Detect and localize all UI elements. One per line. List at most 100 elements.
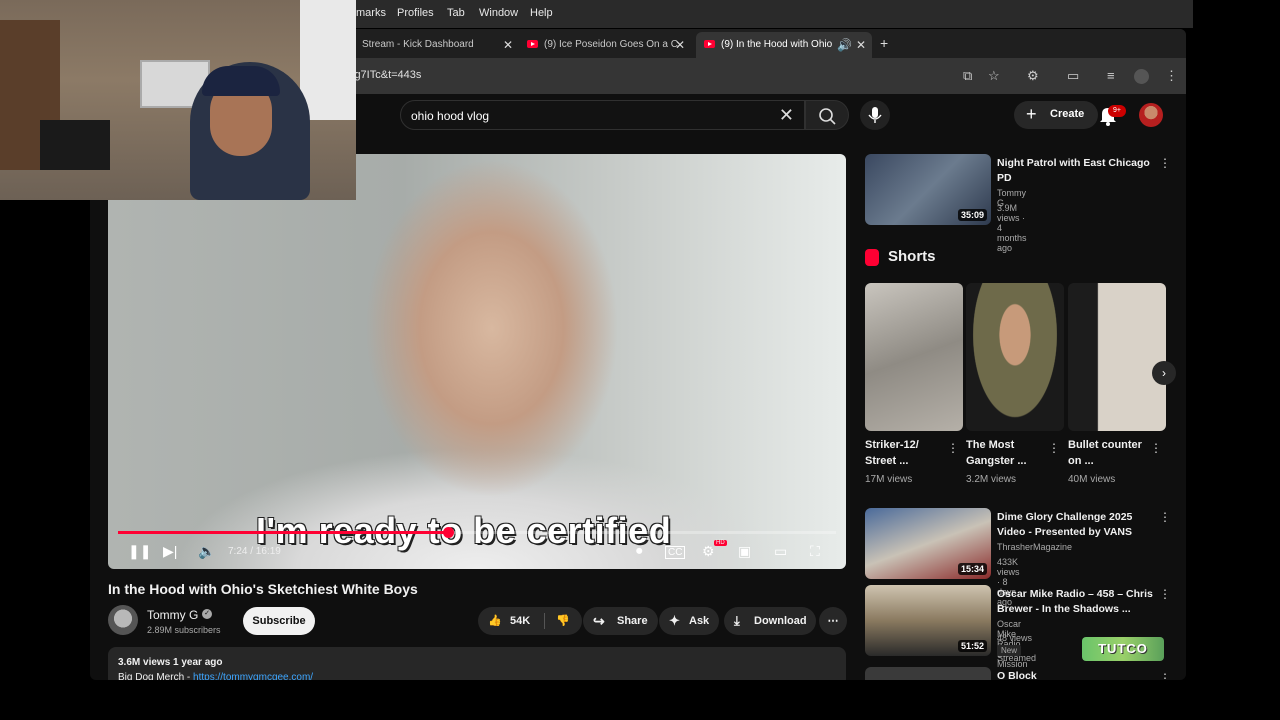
description-box[interactable]: 3.6M views 1 year ago Big Dog Merch - ht… xyxy=(108,647,846,680)
ask-button[interactable]: ✦ Ask xyxy=(659,607,719,635)
more-options-icon[interactable]: ⋮ xyxy=(1159,671,1171,680)
tab-in-the-hood[interactable]: (9) In the Hood with Ohio 🔊 ✕ xyxy=(696,32,872,58)
dislike-icon[interactable]: 👎 xyxy=(556,607,570,635)
speaker-icon[interactable]: 🔊 xyxy=(837,38,852,52)
video-title[interactable]: Night Patrol with East Chicago PD xyxy=(997,156,1157,186)
progress-bar[interactable] xyxy=(118,527,836,538)
miniplayer-icon[interactable]: ▣ xyxy=(738,543,751,560)
close-icon[interactable]: ✕ xyxy=(503,38,513,52)
tab-ice-poseidon[interactable]: (9) Ice Poseidon Goes On a C ✕ xyxy=(519,32,691,58)
download-label: Download xyxy=(754,615,807,627)
volume-icon[interactable]: 🔈 xyxy=(198,543,215,560)
short-title[interactable]: Bullet counter on ... xyxy=(1068,437,1148,469)
hd-badge: HD xyxy=(714,540,727,546)
menu-window[interactable]: Window xyxy=(479,7,518,19)
video-title[interactable]: Oscar Mike Radio – 458 – Chris Brewer - … xyxy=(997,587,1157,617)
tab-label: (9) In the Hood with Ohio xyxy=(721,39,833,50)
short-thumbnail[interactable] xyxy=(865,283,963,431)
microphone-icon xyxy=(868,107,882,123)
like-count[interactable]: 54K xyxy=(510,607,530,635)
close-icon[interactable]: ✕ xyxy=(675,38,685,52)
short-title[interactable]: Striker-12/ Street ... xyxy=(865,437,945,469)
new-tab-icon[interactable]: + xyxy=(880,35,888,51)
pause-icon[interactable]: ❚❚ xyxy=(128,543,151,560)
close-icon[interactable]: ✕ xyxy=(856,38,866,52)
menu-help[interactable]: Help xyxy=(530,7,553,19)
theater-mode-icon[interactable]: ▭ xyxy=(774,543,787,560)
short-item[interactable]: The Most Gangster ... 3.2M views ⋮ xyxy=(966,283,1064,485)
download-button[interactable]: ⤓ Download xyxy=(724,607,816,635)
bookmark-star-icon[interactable]: ☆ xyxy=(988,68,1000,84)
more-actions-icon[interactable]: ⋯ xyxy=(819,607,847,635)
autoplay-toggle-icon[interactable]: ⏺ xyxy=(636,543,643,559)
webcam-overlay xyxy=(0,0,356,200)
merch-link[interactable]: https://tommygmcgee.com/ xyxy=(193,672,313,680)
short-thumbnail[interactable] xyxy=(966,283,1064,431)
tab-kick-dashboard[interactable]: Stream - Kick Dashboard ✕ xyxy=(354,32,519,58)
channel-name[interactable]: ThrasherMagazine xyxy=(997,542,1072,552)
more-menu-icon[interactable]: ⋮ xyxy=(1165,68,1178,84)
shorts-heading: Shorts xyxy=(888,248,936,265)
side-panel-icon[interactable]: ▭ xyxy=(1067,68,1079,84)
duration-badge: 35:09 xyxy=(957,209,987,221)
video-title[interactable]: Dime Glory Challenge 2025 Video - Presen… xyxy=(997,510,1157,540)
more-options-icon[interactable]: ⋮ xyxy=(1159,510,1171,524)
next-icon[interactable]: ▶| xyxy=(163,543,177,560)
channel-name[interactable]: Tommy G xyxy=(147,608,198,622)
search-input[interactable]: ohio hood vlog xyxy=(411,109,489,123)
youtube-favicon-icon xyxy=(704,40,715,48)
more-options-icon[interactable]: ⋮ xyxy=(1159,156,1171,170)
description-line: Big Dog Merch - https://tommygmcgee.com/ xyxy=(118,672,313,680)
video-title[interactable]: O Block xyxy=(997,669,1157,680)
progress-fill xyxy=(118,531,449,534)
profile-avatar-icon[interactable] xyxy=(1134,69,1149,84)
short-thumbnail[interactable] xyxy=(1068,283,1166,431)
video-thumbnail[interactable]: 51:52 xyxy=(865,585,991,656)
url-field[interactable]: lg7ITc&t=443s xyxy=(352,69,421,81)
webcam-whiteboard xyxy=(300,0,356,120)
shorts-logo-icon xyxy=(865,249,879,266)
share-button[interactable]: ↪ Share xyxy=(583,607,658,635)
more-options-icon[interactable]: ⋮ xyxy=(1048,441,1060,455)
video-player[interactable]: I'm ready to be certified ❚❚ ▶| 🔈 7:24 /… xyxy=(108,154,846,569)
search-box[interactable]: ohio hood vlog ✕ xyxy=(400,100,805,130)
short-item[interactable]: Striker-12/ Street ... 17M views ⋮ xyxy=(865,283,963,485)
description-text: Big Dog Merch - xyxy=(118,672,194,680)
short-title[interactable]: The Most Gangster ... xyxy=(966,437,1046,469)
account-avatar[interactable] xyxy=(1139,103,1163,127)
clear-icon[interactable]: ✕ xyxy=(779,105,794,126)
search-icon xyxy=(819,108,836,125)
views-and-date: 3.6M views 1 year ago xyxy=(118,657,223,668)
short-item[interactable]: Bullet counter on ... 40M views ⋮ xyxy=(1068,283,1166,485)
create-button[interactable]: + Create xyxy=(1014,101,1098,129)
subscriber-count: 2.89M subscribers xyxy=(147,625,221,635)
media-controls-icon[interactable]: ≡ xyxy=(1107,68,1115,83)
search-button[interactable] xyxy=(805,100,849,130)
subscribe-button[interactable]: Subscribe xyxy=(243,607,315,635)
more-options-icon[interactable]: ⋮ xyxy=(1159,587,1171,601)
video-thumbnail[interactable]: 15:34 xyxy=(865,508,991,579)
extensions-icon[interactable]: ⚙ xyxy=(1027,68,1039,84)
divider xyxy=(544,613,545,629)
tab-label: (9) Ice Poseidon Goes On a C xyxy=(544,39,678,50)
ask-label: Ask xyxy=(689,615,710,627)
more-options-icon[interactable]: ⋮ xyxy=(1150,441,1162,455)
video-thumbnail[interactable]: 35:09 xyxy=(865,154,991,225)
channel-avatar[interactable] xyxy=(108,605,138,635)
share-label: Share xyxy=(617,615,648,627)
menu-profiles[interactable]: Profiles xyxy=(397,7,434,19)
like-icon[interactable]: 👍 xyxy=(488,607,502,635)
menu-bookmarks[interactable]: marks xyxy=(356,7,386,19)
webcam-monitor xyxy=(40,120,110,170)
fullscreen-icon[interactable]: ⛶ xyxy=(810,543,820,560)
settings-gear-icon[interactable]: ⚙ xyxy=(702,543,715,560)
menu-tab[interactable]: Tab xyxy=(447,7,465,19)
chevron-right-icon[interactable]: › xyxy=(1152,361,1176,385)
stream-overlay-logo: TUTCO xyxy=(1082,637,1164,661)
video-meta: 3.9M views · 4 months ago xyxy=(997,203,1027,253)
install-app-icon[interactable]: ⧉ xyxy=(963,68,972,84)
voice-search-button[interactable] xyxy=(860,100,890,130)
video-thumbnail[interactable] xyxy=(865,667,991,680)
more-options-icon[interactable]: ⋮ xyxy=(947,441,959,455)
captions-icon[interactable]: CC xyxy=(665,546,686,559)
